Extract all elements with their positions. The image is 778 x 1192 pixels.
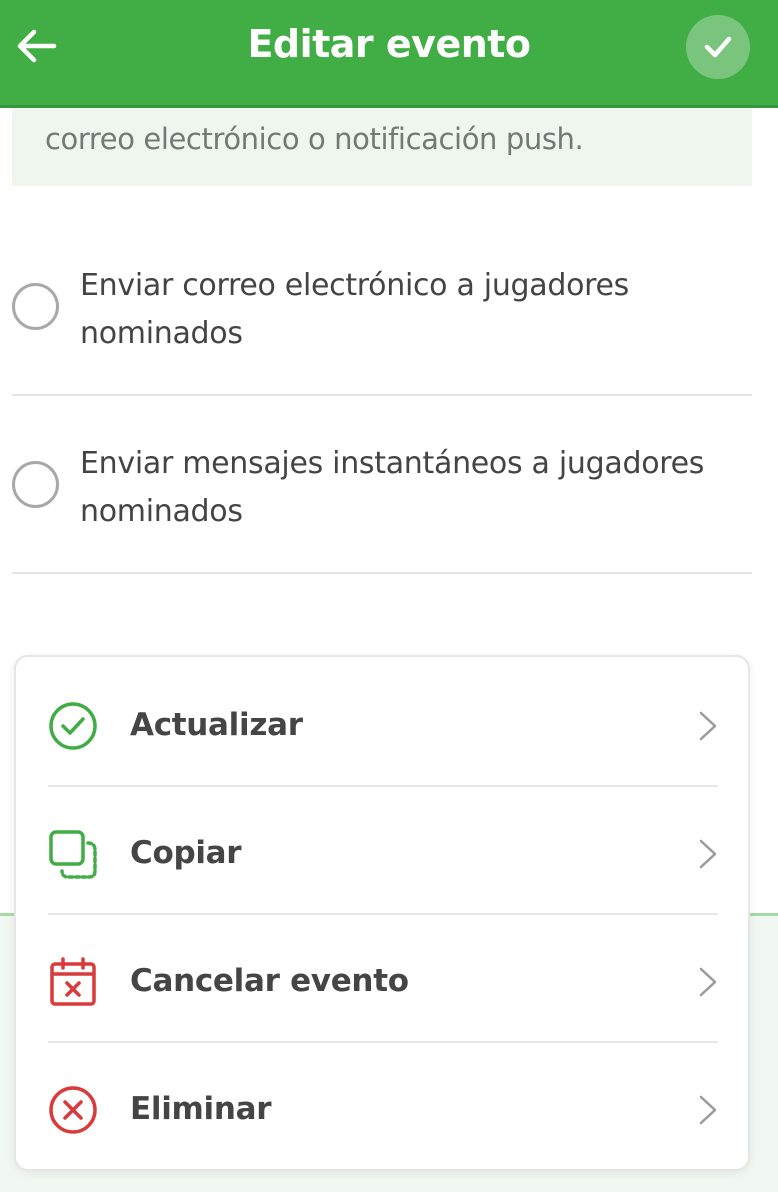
edit-event-screen: Editar evento correo electrónico o notif… <box>0 0 778 1192</box>
divider <box>48 913 718 915</box>
check-circle-icon <box>49 702 97 750</box>
option-email-nominated[interactable]: Enviar correo electrónico a jugadores no… <box>12 262 752 362</box>
check-icon <box>704 36 732 58</box>
action-label: Actualizar <box>130 707 303 743</box>
action-copy[interactable]: Copiar <box>16 789 748 917</box>
divider <box>48 785 718 787</box>
option-instant-message-nominated[interactable]: Enviar mensajes instantáneos a jugadores… <box>12 440 752 540</box>
radio-button[interactable] <box>12 283 59 330</box>
action-label: Eliminar <box>130 1091 272 1127</box>
info-note-text: correo electrónico o notificación push. <box>45 122 584 156</box>
chevron-right-icon <box>699 1095 717 1125</box>
divider <box>12 572 752 574</box>
copy-icon <box>49 830 97 879</box>
chevron-right-icon <box>699 967 717 997</box>
app-header: Editar evento <box>0 0 778 108</box>
action-sheet: Actualizar Copiar Cancelar evento Elimin… <box>14 655 750 1171</box>
action-label: Copiar <box>130 835 242 871</box>
action-label: Cancelar evento <box>130 963 409 999</box>
confirm-button[interactable] <box>686 15 750 79</box>
x-circle-icon <box>49 1086 97 1134</box>
chevron-right-icon <box>699 711 717 741</box>
divider <box>12 394 752 396</box>
action-delete[interactable]: Eliminar <box>16 1045 748 1173</box>
radio-button[interactable] <box>12 461 59 508</box>
option-label: Enviar mensajes instantáneos a jugadores… <box>80 446 705 529</box>
option-label: Enviar correo electrónico a jugadores no… <box>80 268 630 351</box>
info-note: correo electrónico o notificación push. <box>12 108 752 186</box>
action-cancel-event[interactable]: Cancelar evento <box>16 917 748 1045</box>
chevron-right-icon <box>699 839 717 869</box>
page-title: Editar evento <box>247 22 531 66</box>
divider <box>48 1041 718 1043</box>
action-update[interactable]: Actualizar <box>16 661 748 789</box>
calendar-cancel-icon <box>50 957 96 1006</box>
